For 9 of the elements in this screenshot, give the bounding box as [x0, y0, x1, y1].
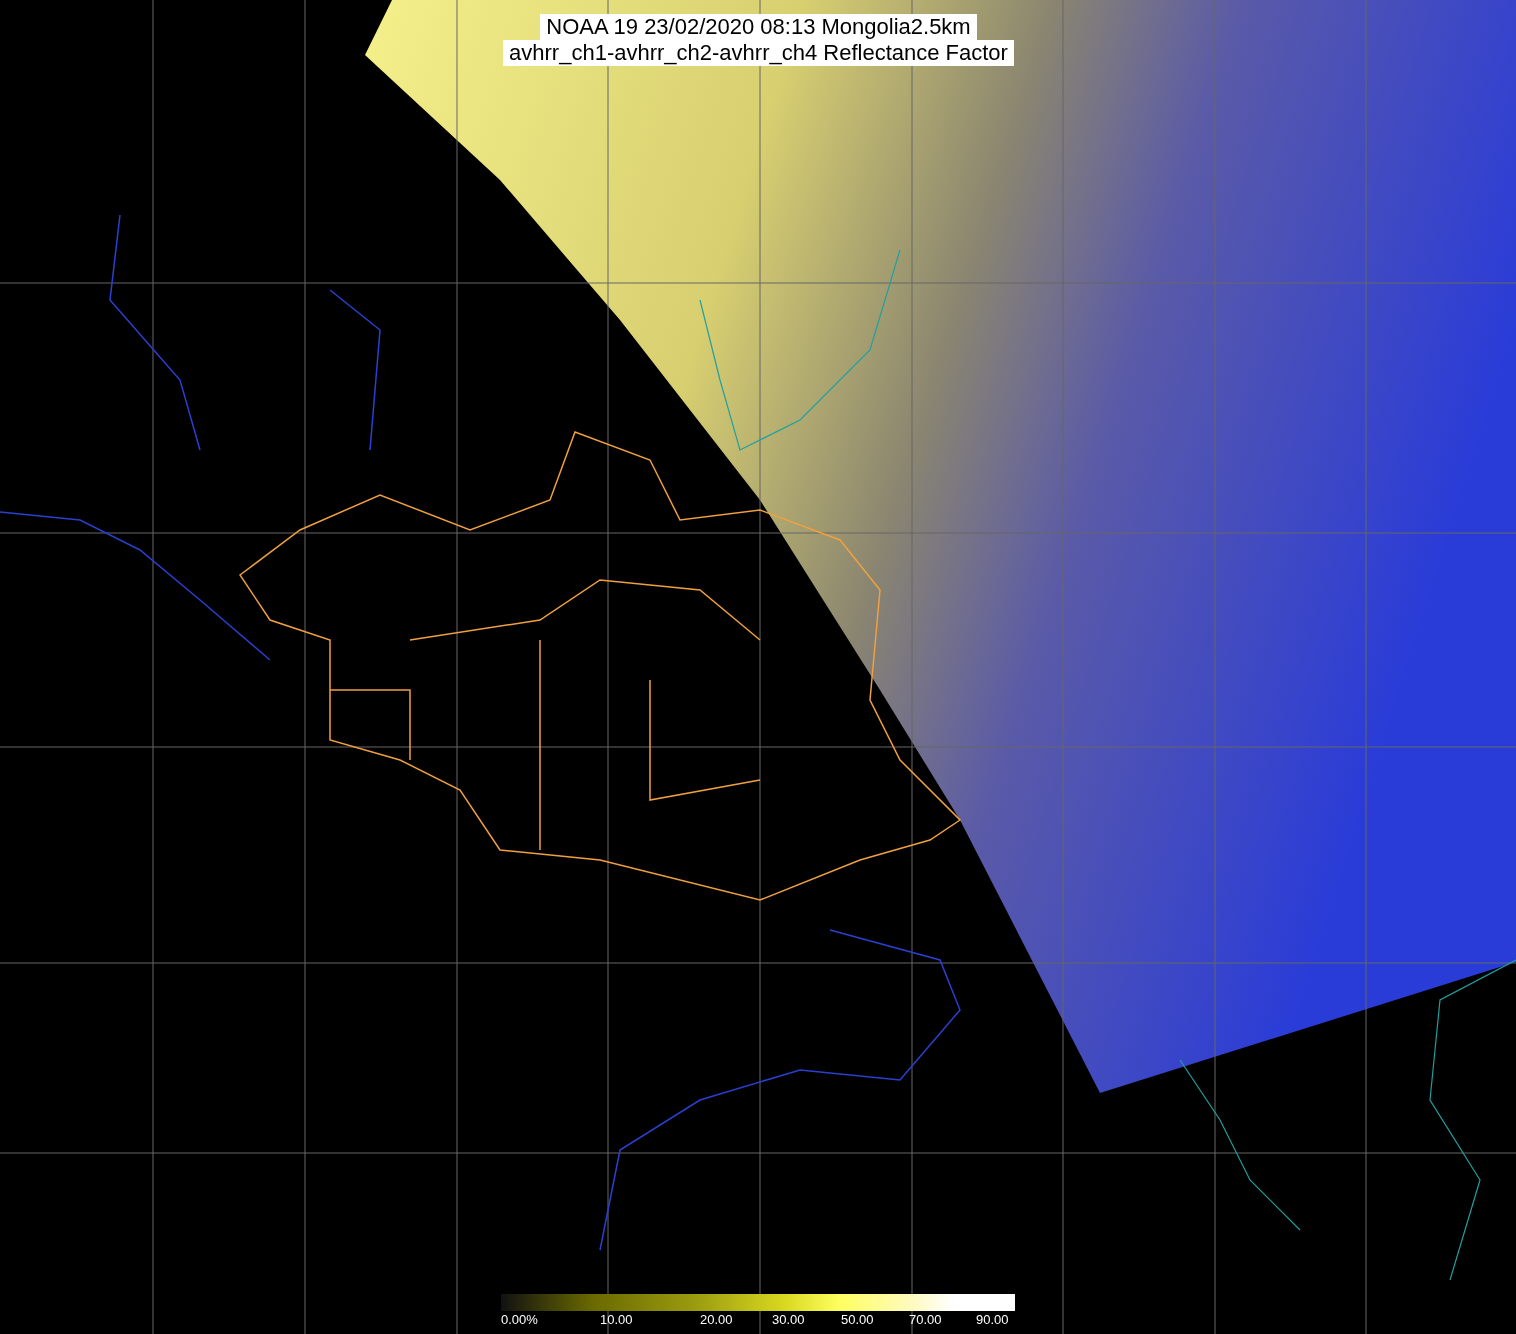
map-title: NOAA 19 23/02/2020 08:13 Mongolia2.5km	[540, 14, 977, 40]
scale-label: 0.00%	[501, 1312, 538, 1327]
scale-label: 50.00	[841, 1312, 874, 1327]
scale-label: 90.00	[976, 1312, 1009, 1327]
map-title: avhrr_ch1-avhrr_ch2-avhrr_ch4 Reflectance Factor	[503, 40, 1014, 66]
scale-label: 20.00	[700, 1312, 733, 1327]
scale-label: 10.00	[600, 1312, 633, 1327]
scale-label: 30.00	[772, 1312, 805, 1327]
scale-label: 70.00	[909, 1312, 942, 1327]
